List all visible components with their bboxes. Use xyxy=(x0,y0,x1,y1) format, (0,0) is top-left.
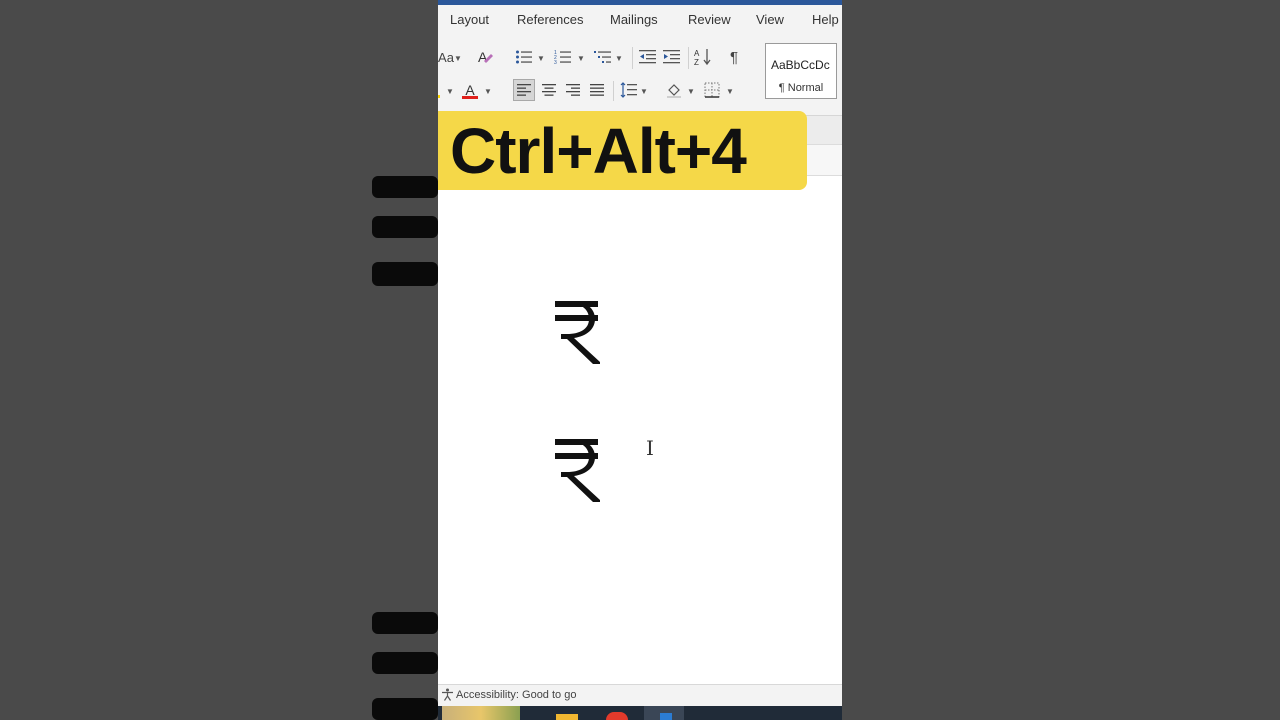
align-right-button[interactable] xyxy=(562,79,584,101)
decrease-indent-icon xyxy=(639,50,656,64)
chevron-down-icon: ▼ xyxy=(726,87,734,96)
font-color-button[interactable]: A xyxy=(462,80,478,100)
chevron-down-icon: ▼ xyxy=(454,54,462,63)
justify-icon xyxy=(590,84,604,96)
accessibility-status[interactable]: Accessibility: Good to go xyxy=(456,689,576,701)
align-left-icon xyxy=(517,84,531,96)
tab-review[interactable]: Review xyxy=(688,12,731,27)
taskbar-wallpaper-thumb[interactable] xyxy=(442,706,520,720)
accessibility-icon[interactable] xyxy=(441,688,454,704)
chevron-down-icon: ▼ xyxy=(640,87,648,96)
borders-icon xyxy=(704,82,720,98)
background-blur-bar xyxy=(372,652,438,674)
text-cursor-icon: I xyxy=(646,436,654,460)
chevron-down-icon: ▼ xyxy=(537,54,545,63)
bullets-button[interactable] xyxy=(514,48,534,66)
tab-view[interactable]: View xyxy=(756,12,784,27)
shortcut-text: Ctrl+Alt+4 xyxy=(450,115,747,187)
word-window: Layout References Mailings Review View H… xyxy=(438,0,842,720)
multilevel-list-icon xyxy=(594,51,611,63)
multilevel-list-button[interactable] xyxy=(593,48,613,66)
highlighter-icon xyxy=(438,95,440,98)
style-name-label: ¶ Normal xyxy=(778,82,824,94)
increase-indent-icon xyxy=(663,50,680,64)
decrease-indent-button[interactable] xyxy=(638,48,658,66)
chevron-down-icon: ▼ xyxy=(687,87,695,96)
chevron-down-icon: ▼ xyxy=(446,87,454,96)
shortcut-banner: Ctrl+Alt+4 xyxy=(438,111,807,190)
align-center-icon xyxy=(542,84,556,96)
rupee-icon xyxy=(555,439,600,502)
align-center-button[interactable] xyxy=(538,79,560,101)
rupee-icon xyxy=(555,301,600,364)
font-color-glyph: A xyxy=(465,82,475,98)
tab-mailings[interactable]: Mailings xyxy=(610,12,658,27)
style-normal[interactable]: AaBbCcDc ¶ Normal xyxy=(765,43,837,99)
numbered-list-icon: 123 xyxy=(554,50,571,65)
svg-text:A: A xyxy=(694,49,700,58)
rupee-symbol: ₹ xyxy=(555,438,601,502)
svg-text:Z: Z xyxy=(694,58,699,66)
borders-button[interactable] xyxy=(701,79,723,101)
sort-az-icon: AZ xyxy=(694,49,711,66)
tab-help[interactable]: Help xyxy=(812,12,839,27)
tab-layout[interactable]: Layout xyxy=(450,12,489,27)
chevron-down-icon: ▼ xyxy=(577,54,585,63)
background-blur-bar xyxy=(372,698,438,720)
rupee-symbol: ₹ xyxy=(555,300,601,364)
ribbon-home: Aa ▼ A ▼ 123 ▼ ▼ AZ ¶ ▼ A ▼ ▼ ▼ ▼ AaBbCc… xyxy=(438,35,842,116)
line-spacing-button[interactable] xyxy=(618,79,640,101)
ribbon-separator xyxy=(632,47,633,69)
justify-button[interactable] xyxy=(586,79,608,101)
background-blur-bar xyxy=(372,612,438,634)
background-blur-bar xyxy=(372,262,438,286)
line-spacing-icon xyxy=(620,82,637,98)
align-right-icon xyxy=(566,84,580,96)
svg-text:3: 3 xyxy=(554,60,557,65)
style-sample-text: AaBbCcDc xyxy=(771,58,830,72)
sort-button[interactable]: AZ xyxy=(693,47,713,67)
document-page[interactable] xyxy=(438,176,842,684)
increase-indent-button[interactable] xyxy=(662,48,682,66)
background-blur-bar xyxy=(372,176,438,198)
align-left-button[interactable] xyxy=(513,79,535,101)
font-color-swatch xyxy=(462,96,478,99)
ribbon-tabs: Layout References Mailings Review View H… xyxy=(438,5,842,35)
numbering-button[interactable]: 123 xyxy=(553,48,573,66)
bullet-list-icon xyxy=(516,50,532,64)
chevron-down-icon: ▼ xyxy=(615,54,623,63)
ribbon-separator xyxy=(688,47,689,69)
paint-bucket-icon xyxy=(667,84,681,98)
shading-button[interactable] xyxy=(663,79,685,101)
folder-icon[interactable] xyxy=(556,714,578,720)
status-bar: Accessibility: Good to go xyxy=(438,684,842,707)
chevron-down-icon: ▼ xyxy=(484,87,492,96)
highlight-button[interactable] xyxy=(438,83,440,99)
background-blur-bar xyxy=(372,216,438,238)
show-hide-marks-button[interactable]: ¶ xyxy=(724,47,744,67)
tab-references[interactable]: References xyxy=(517,12,583,27)
clear-formatting-button[interactable]: A xyxy=(476,47,496,67)
taskbar xyxy=(438,706,842,720)
svg-text:A: A xyxy=(478,49,488,65)
ribbon-separator xyxy=(613,81,614,101)
browser-icon[interactable] xyxy=(606,712,628,720)
clear-formatting-icon: A xyxy=(478,49,493,65)
word-app-icon-glyph xyxy=(660,713,672,720)
